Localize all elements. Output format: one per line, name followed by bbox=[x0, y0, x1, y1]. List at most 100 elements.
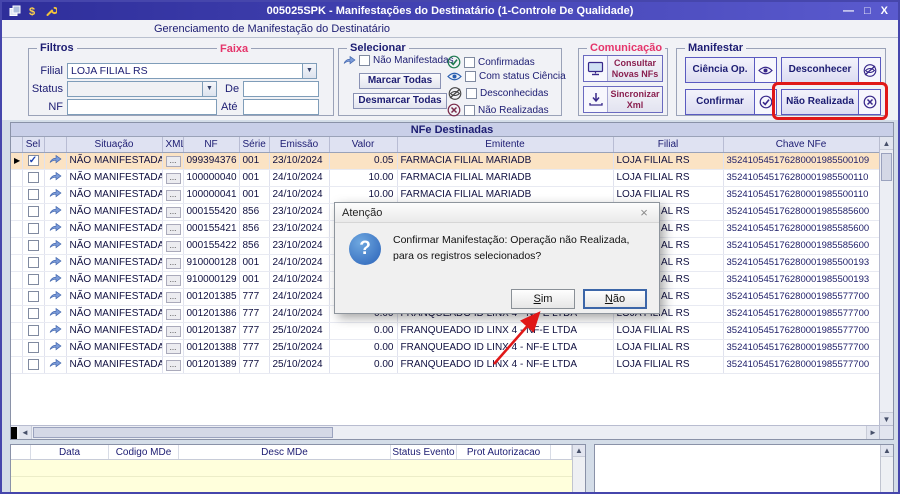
row-select-cell[interactable] bbox=[22, 237, 45, 255]
column-header[interactable]: Situação bbox=[66, 137, 163, 153]
nf-input[interactable] bbox=[67, 99, 217, 115]
scroll-up-arrow[interactable]: ▲ bbox=[573, 445, 585, 457]
nao-realizadas-checkbox[interactable] bbox=[464, 104, 475, 116]
row-checkbox[interactable] bbox=[27, 222, 39, 234]
hscroll-thumb[interactable] bbox=[33, 427, 333, 438]
row-checkbox[interactable]: ✓ bbox=[27, 154, 39, 166]
column-header[interactable]: Sel bbox=[22, 137, 45, 153]
scroll-up-arrow[interactable]: ▲ bbox=[881, 445, 893, 457]
column-header[interactable]: Emitente bbox=[397, 137, 614, 153]
row-checkbox[interactable] bbox=[27, 239, 39, 251]
row-select-cell[interactable] bbox=[22, 254, 45, 272]
xml-ellipsis-button[interactable]: ... bbox=[165, 308, 181, 320]
column-header[interactable]: Filial bbox=[613, 137, 724, 153]
filial-dropdown-arrow[interactable]: ▼ bbox=[302, 64, 316, 78]
maximize-button[interactable]: □ bbox=[864, 5, 871, 17]
scroll-up-arrow[interactable]: ▲ bbox=[880, 137, 893, 150]
row-checkbox[interactable] bbox=[27, 341, 39, 353]
xml-ellipsis-button[interactable]: ... bbox=[165, 325, 181, 337]
row-checkbox[interactable] bbox=[27, 307, 39, 319]
row-checkbox[interactable] bbox=[27, 188, 39, 200]
xml-ellipsis-button[interactable]: ... bbox=[165, 223, 181, 235]
row-checkbox[interactable] bbox=[27, 358, 39, 370]
row-checkbox[interactable] bbox=[27, 171, 39, 183]
row-checkbox[interactable] bbox=[27, 290, 39, 302]
xml-cell[interactable]: ... bbox=[162, 169, 184, 187]
consultar-novas-nfs-button[interactable]: Consultar Novas NFs bbox=[583, 55, 663, 82]
xml-ellipsis-button[interactable]: ... bbox=[165, 155, 181, 167]
column-header[interactable] bbox=[11, 137, 23, 153]
minimize-button[interactable]: — bbox=[843, 5, 854, 17]
com-status-ciencia-checkbox[interactable] bbox=[465, 71, 476, 82]
row-select-cell[interactable] bbox=[22, 203, 45, 221]
de-input[interactable] bbox=[243, 81, 319, 97]
row-select-cell[interactable] bbox=[22, 322, 45, 340]
row-select-cell[interactable] bbox=[22, 356, 45, 374]
xml-cell[interactable]: ... bbox=[162, 271, 184, 289]
confirmadas-checkbox[interactable] bbox=[464, 56, 475, 68]
row-select-cell[interactable] bbox=[22, 271, 45, 289]
table-row[interactable]: NÃO MANIFESTADA... 100000040 001 24/10/2024… bbox=[11, 169, 880, 187]
column-header[interactable]: Valor bbox=[329, 137, 398, 153]
desconhecer-button[interactable]: Desconhecer bbox=[781, 57, 881, 83]
ciencia-op-button[interactable]: Ciência Op. bbox=[685, 57, 777, 83]
xml-cell[interactable]: ... bbox=[162, 152, 184, 170]
table-row[interactable]: NÃO MANIFESTADA... 100000041 001 24/10/2024… bbox=[11, 186, 880, 204]
xml-cell[interactable]: ... bbox=[162, 220, 184, 238]
marcar-todas-button[interactable]: Marcar Todas bbox=[359, 73, 441, 89]
nao-manifestadas-checkbox[interactable] bbox=[359, 55, 370, 66]
row-select-cell[interactable]: ✓ bbox=[22, 152, 45, 170]
table-row[interactable]: NÃO MANIFESTADA... 001201388 777 25/10/2024… bbox=[11, 339, 880, 357]
xml-cell[interactable]: ... bbox=[162, 186, 184, 204]
column-header[interactable] bbox=[44, 137, 67, 153]
row-select-cell[interactable] bbox=[22, 288, 45, 306]
vertical-scrollbar[interactable]: ▲ ▼ bbox=[879, 137, 893, 425]
xml-ellipsis-button[interactable]: ... bbox=[165, 189, 181, 201]
column-header[interactable]: NF bbox=[183, 137, 240, 153]
row-select-cell[interactable] bbox=[22, 186, 45, 204]
xml-cell[interactable]: ... bbox=[162, 305, 184, 323]
bottom-col-header[interactable]: Prot Autorizacao bbox=[457, 445, 551, 459]
xml-ellipsis-button[interactable]: ... bbox=[165, 342, 181, 354]
horizontal-scrollbar[interactable]: ◄ ► bbox=[11, 425, 879, 439]
sincronizar-xml-button[interactable]: Sincronizar Xml bbox=[583, 86, 663, 113]
scroll-thumb[interactable] bbox=[881, 153, 892, 181]
row-select-cell[interactable] bbox=[22, 339, 45, 357]
xml-cell[interactable]: ... bbox=[162, 254, 184, 272]
desconhecidas-checkbox[interactable] bbox=[466, 88, 477, 99]
scroll-down-arrow[interactable]: ▼ bbox=[880, 412, 893, 425]
row-checkbox[interactable] bbox=[27, 205, 39, 217]
xml-ellipsis-button[interactable]: ... bbox=[165, 206, 181, 218]
xml-cell[interactable]: ... bbox=[162, 356, 184, 374]
row-select-cell[interactable] bbox=[22, 305, 45, 323]
bottom-col-header[interactable]: Data bbox=[31, 445, 109, 459]
xml-cell[interactable]: ... bbox=[162, 339, 184, 357]
status-combobox[interactable]: ▼ bbox=[67, 81, 217, 97]
xml-cell[interactable]: ... bbox=[162, 203, 184, 221]
column-header[interactable]: Chave NFe bbox=[723, 137, 880, 153]
confirmar-button[interactable]: Confirmar bbox=[685, 89, 777, 115]
status-dropdown-arrow[interactable]: ▼ bbox=[202, 82, 216, 96]
dialog-close-icon[interactable]: × bbox=[636, 205, 652, 220]
scroll-right-arrow[interactable]: ► bbox=[866, 426, 879, 439]
table-row[interactable]: NÃO MANIFESTADA... 001201389 777 25/10/2024… bbox=[11, 356, 880, 374]
ate-input[interactable] bbox=[243, 99, 319, 115]
memo-scrollbar[interactable]: ▲ bbox=[880, 445, 893, 492]
close-button[interactable]: X bbox=[881, 5, 888, 17]
xml-ellipsis-button[interactable]: ... bbox=[165, 257, 181, 269]
xml-ellipsis-button[interactable]: ... bbox=[165, 274, 181, 286]
xml-cell[interactable]: ... bbox=[162, 322, 184, 340]
row-checkbox[interactable] bbox=[27, 273, 39, 285]
mde-grid-body[interactable] bbox=[11, 460, 572, 492]
table-row[interactable]: ▶ ✓ NÃO MANIFESTADA... 099394376 001 23/10/20… bbox=[11, 152, 880, 170]
row-select-cell[interactable] bbox=[22, 220, 45, 238]
column-header[interactable]: XML bbox=[162, 137, 184, 153]
column-header[interactable]: Emissão bbox=[269, 137, 330, 153]
bottom-col-header[interactable]: Codigo MDe bbox=[109, 445, 179, 459]
xml-cell[interactable]: ... bbox=[162, 237, 184, 255]
xml-ellipsis-button[interactable]: ... bbox=[165, 240, 181, 252]
column-header[interactable]: Série bbox=[239, 137, 270, 153]
desmarcar-todas-button[interactable]: Desmarcar Todas bbox=[353, 93, 447, 109]
mde-grid-scrollbar[interactable]: ▲ bbox=[572, 445, 585, 492]
xml-cell[interactable]: ... bbox=[162, 288, 184, 306]
